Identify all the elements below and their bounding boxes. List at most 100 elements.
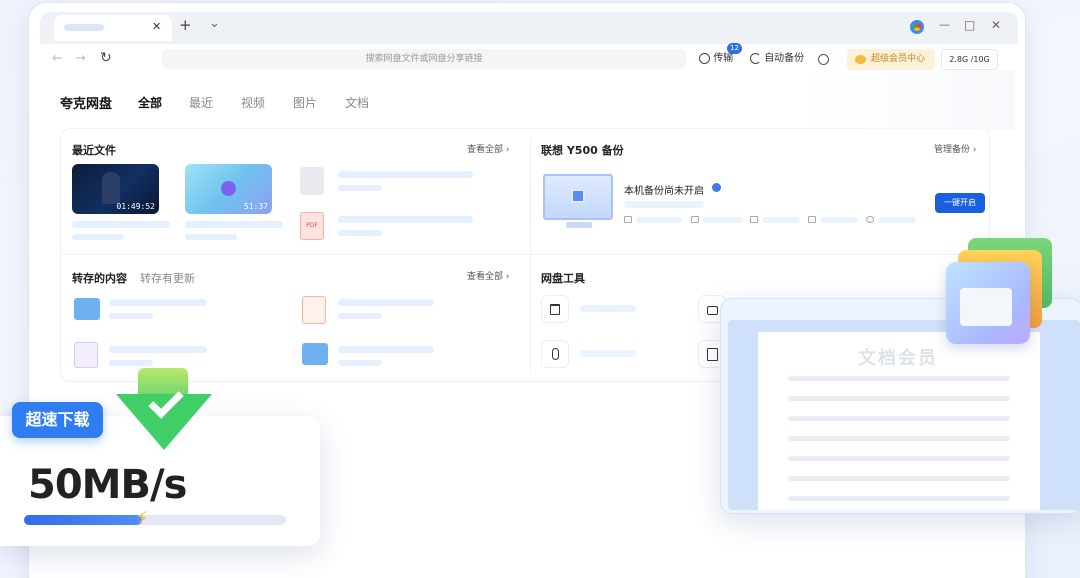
lock-icon	[707, 306, 718, 315]
transfer-label: 传输	[713, 53, 734, 64]
refresh-icon[interactable]: ↻	[100, 51, 112, 65]
guitarist-figure	[102, 172, 120, 204]
enable-backup-button[interactable]: 一键开启	[935, 193, 985, 213]
chrome-icon	[910, 20, 924, 34]
play-icon	[221, 181, 236, 196]
backup-desc-placeholder	[624, 201, 704, 208]
download-check-icon	[116, 368, 212, 450]
info-icon[interactable]	[712, 183, 721, 192]
folder-icon	[302, 343, 328, 365]
computer-stand	[566, 222, 592, 228]
pdf-file-icon: PDF	[300, 212, 324, 240]
file-meta-placeholder	[109, 313, 153, 319]
chat-small-icon	[866, 216, 874, 223]
maximize-icon[interactable]: □	[964, 19, 975, 31]
file-name-placeholder	[338, 216, 473, 223]
doc-line	[788, 436, 1010, 441]
video-thumbnail[interactable]: 51:37	[185, 164, 272, 214]
speed-progress-fill	[24, 515, 142, 525]
transfer-icon	[699, 52, 710, 64]
speed-progress-track	[24, 515, 286, 525]
close-tab-icon[interactable]: ✕	[152, 21, 161, 32]
nav-documents[interactable]: 文档	[345, 94, 369, 111]
tools-title: 网盘工具	[541, 272, 585, 285]
storage-indicator[interactable]: 2.8G /10G	[941, 49, 998, 70]
trash-icon	[550, 304, 560, 315]
doc-line	[788, 476, 1010, 481]
file-name-placeholder	[72, 221, 170, 228]
backup-stat-placeholder	[878, 217, 916, 223]
voice-tool[interactable]	[541, 340, 569, 368]
saved-view-all-link[interactable]: 查看全部 ›	[467, 269, 509, 282]
active-tab[interactable]: ✕	[54, 15, 172, 41]
doc-small-icon	[808, 216, 816, 223]
tool-name-placeholder	[580, 305, 636, 312]
pdf-convert-icon	[707, 348, 718, 361]
doc-line	[788, 376, 1010, 381]
back-icon[interactable]: ←	[52, 52, 63, 65]
backup-status-text: 本机备份尚未开启	[624, 186, 704, 197]
settings-icon[interactable]	[818, 54, 829, 65]
video-duration: 01:49:52	[116, 202, 155, 211]
file-meta-placeholder	[185, 234, 237, 240]
file-name-placeholder	[338, 299, 434, 306]
vip-icon	[855, 55, 866, 64]
file-meta-placeholder	[338, 185, 382, 191]
forward-icon[interactable]: →	[75, 52, 86, 65]
auto-backup-button[interactable]: 自动备份	[750, 49, 810, 69]
recycle-bin-tool[interactable]	[541, 295, 569, 323]
manage-backup-link[interactable]: 管理备份 ›	[934, 142, 976, 155]
tab-list-icon[interactable]: ⌄	[209, 17, 220, 30]
brand-title: 夸克网盘	[60, 97, 113, 112]
computer-icon	[543, 174, 613, 220]
saved-content-title: 转存的内容	[72, 272, 127, 285]
recent-view-all-link[interactable]: 查看全部 ›	[467, 142, 509, 155]
blur-overlay	[795, 70, 1015, 130]
nav-recent[interactable]: 最近	[189, 94, 213, 111]
backup-title: 联想 Y500 备份	[541, 144, 624, 157]
file-name-placeholder	[109, 346, 207, 353]
backup-stat-placeholder	[703, 217, 743, 223]
manage-backup-label: 管理备份	[934, 145, 971, 155]
file-meta-placeholder	[338, 230, 382, 236]
speed-badge: 超速下载	[12, 402, 103, 438]
doc-line	[788, 496, 1010, 501]
folder-icon	[74, 298, 100, 320]
file-name-placeholder	[109, 299, 207, 306]
search-input[interactable]: 搜索网盘文件或网盘分享链接	[162, 49, 686, 69]
file-meta-placeholder	[109, 360, 153, 366]
backup-stat-placeholder	[636, 217, 682, 223]
backup-stat-placeholder	[762, 217, 800, 223]
video-thumbnail[interactable]: 01:49:52	[72, 164, 159, 214]
file-name-placeholder	[185, 221, 283, 228]
minimize-icon[interactable]: —	[939, 19, 950, 30]
doc-line	[788, 416, 1010, 421]
nav-all[interactable]: 全部	[138, 94, 162, 111]
speed-value: 50MB/s	[28, 462, 187, 508]
recent-view-all-label: 查看全部	[467, 145, 504, 155]
lightning-icon: ⚡	[135, 508, 149, 529]
recent-files-title: 最近文件	[72, 144, 116, 157]
file-name-placeholder	[338, 346, 434, 353]
saved-view-all-label: 查看全部	[467, 272, 504, 282]
stack-paper	[960, 288, 1012, 326]
folder-small-icon	[624, 216, 632, 223]
close-window-icon[interactable]: ✕	[991, 19, 1001, 31]
document-file-icon	[300, 167, 324, 195]
windows-icon	[571, 189, 585, 203]
vip-label: 超级会员中心	[871, 54, 926, 64]
ppt-icon	[302, 296, 326, 324]
divider	[62, 254, 988, 255]
divider	[530, 138, 531, 372]
doc-line	[788, 456, 1010, 461]
nav-images[interactable]: 图片	[293, 94, 317, 111]
download-small-icon	[750, 216, 758, 223]
saved-updates-tab[interactable]: 转存有更新	[140, 270, 195, 286]
nav-videos[interactable]: 视频	[241, 94, 265, 111]
backup-icon	[750, 52, 761, 64]
new-tab-icon[interactable]: +	[179, 18, 192, 33]
file-meta-placeholder	[338, 313, 382, 319]
tool-name-placeholder	[580, 350, 636, 357]
vip-center-button[interactable]: 超级会员中心	[847, 49, 935, 70]
document-stack-icon	[946, 262, 1030, 344]
